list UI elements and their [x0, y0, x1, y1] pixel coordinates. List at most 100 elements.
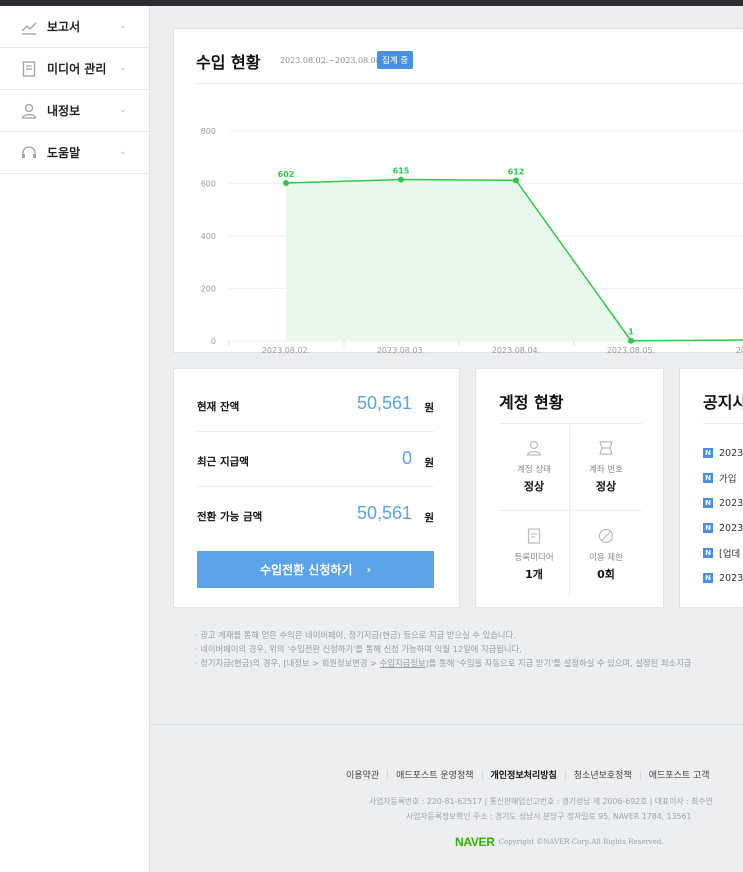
- notice-item[interactable]: N 2023: [703, 571, 743, 585]
- balance-label: 최근 지급액: [197, 456, 249, 468]
- income-notes: · 광고 게재를 통해 얻은 수익은 네이버페이, 정기지급(현금) 등으로 지…: [195, 628, 743, 670]
- data-label: 612: [508, 167, 525, 176]
- notice-item[interactable]: N 2023: [703, 446, 743, 460]
- payment-info-link[interactable]: 수입지급정보: [380, 658, 426, 668]
- notice-item[interactable]: N 2023: [703, 521, 743, 535]
- account-cell-label: 등록미디어: [514, 553, 554, 563]
- y-tick-label: 0: [211, 337, 216, 346]
- operation-policy-link[interactable]: 애드포스트 운영정책: [396, 768, 473, 781]
- balance-label: 현재 잔액: [197, 401, 240, 413]
- trend-line-icon: [20, 18, 38, 36]
- notice-item[interactable]: N 2023: [703, 496, 743, 510]
- account-cell-value: 0회: [597, 568, 615, 581]
- divider: [703, 423, 743, 424]
- account-cell-label: 계정 상태: [517, 465, 551, 475]
- new-badge: N: [703, 498, 713, 508]
- income-title: 수입 현황: [196, 53, 261, 72]
- document-icon: [20, 60, 38, 78]
- business-info: 사업자등록번호 : 220-81-62517 | 통신판매업신고번호 : 경기성…: [369, 797, 713, 806]
- button-label: 수입전환 신청하기: [259, 563, 353, 577]
- headset-icon: [20, 144, 38, 162]
- privacy-policy-link[interactable]: 개인정보처리방침: [491, 768, 557, 781]
- status-badge: 집계 중: [377, 51, 414, 69]
- account-cell-restriction: 이용 제한 0회: [570, 513, 642, 597]
- separator: [387, 770, 389, 779]
- new-badge: N: [703, 548, 713, 558]
- footer-divider: [150, 724, 743, 725]
- sidebar-item-label: 내정보: [47, 104, 81, 118]
- convert-income-button[interactable]: 수입전환 신청하기 ›: [197, 551, 434, 588]
- data-label: 602: [278, 170, 295, 179]
- new-badge: N: [703, 448, 713, 458]
- chevron-down-icon[interactable]: ⌄: [119, 21, 127, 31]
- series-area: [286, 179, 743, 341]
- note-text: ]를 통해 '수입을 자동으로 지급 받기'를 설정하실 수 있으며, 설정된 …: [425, 658, 692, 668]
- divider: [499, 510, 642, 511]
- sidebar-item-label: 보고서: [47, 20, 81, 34]
- notice-text: 가입: [719, 474, 737, 485]
- data-point: [513, 177, 519, 184]
- naver-logo[interactable]: NAVER: [455, 835, 495, 849]
- account-cell-bank: 계좌 번호 정상: [570, 425, 642, 509]
- income-status-card: 수입 현황 2023.08.02.~2023.08.08. 집계 중 0 200 4…: [173, 28, 743, 355]
- notice-item[interactable]: N [업데: [703, 546, 740, 560]
- account-cell-label: 계좌 번호: [589, 465, 623, 475]
- balance-value: 50,561: [356, 503, 412, 523]
- balance-card: 현재 잔액 50,561 원 최근 지급액 0 원 전환 가능 금액 50,56…: [173, 368, 460, 608]
- chevron-down-icon[interactable]: ⌄: [119, 147, 127, 157]
- new-badge: N: [703, 523, 713, 533]
- balance-row-current: 현재 잔액 50,561 원: [197, 377, 434, 432]
- balance-label: 전환 가능 금액: [197, 511, 263, 523]
- account-cell-value: 정상: [523, 480, 545, 493]
- separator: [639, 770, 641, 779]
- balance-row-recent: 최근 지급액 0 원: [197, 432, 434, 487]
- ban-icon: [597, 527, 615, 545]
- balance-value: 0: [401, 448, 412, 468]
- notice-text: [업데: [719, 549, 741, 560]
- notice-text: 2023: [719, 522, 743, 534]
- sidebar-item-media[interactable]: 미디어 관리 ⌄: [0, 48, 149, 90]
- sidebar-item-report[interactable]: 보고서 ⌄: [0, 6, 149, 48]
- y-tick-label: 800: [201, 127, 216, 136]
- data-point: [283, 179, 289, 186]
- notice-text: 2023: [719, 447, 743, 459]
- chevron-right-icon: ›: [366, 563, 372, 576]
- note-line: · 광고 게재를 통해 얻은 수익은 네이버페이, 정기지급(현금) 등으로 지…: [195, 630, 516, 640]
- data-point: [398, 176, 404, 183]
- balance-unit: 원: [424, 402, 434, 414]
- notice-item[interactable]: N 가입: [703, 471, 736, 485]
- chevron-down-icon[interactable]: ⌄: [119, 63, 127, 73]
- income-chart: 0200400600800 60261561214 2023.08.02.202…: [201, 127, 743, 355]
- y-tick-label: 200: [201, 285, 216, 294]
- user-icon: [20, 102, 38, 120]
- sidebar-item-label: 도움말: [47, 146, 81, 160]
- copyright-text: Copyright ©NAVER Corp.All Rights Reserve…: [498, 838, 664, 846]
- footer-links: 이용약관 애드포스트 운영정책 개인정보처리방침 청소년보호정책 애드포스트 고…: [346, 768, 710, 781]
- business-address: 사업자등록정보확인 주소 : 경기도 성남시 분당구 정자일로 95, NAVE…: [406, 812, 692, 821]
- sidebar-item-label: 미디어 관리: [47, 62, 107, 76]
- data-label: 615: [393, 167, 410, 176]
- separator: [481, 770, 483, 779]
- account-status-card: 계정 현황 계정 상태 정상 계좌 번호 정상 등록미디어 1개 이용 제한 0…: [475, 368, 664, 608]
- customer-center-link[interactable]: 애드포스트 고객: [649, 768, 710, 781]
- account-cell-label: 이용 제한: [589, 553, 623, 563]
- document-outline-icon: [525, 527, 543, 545]
- y-tick-label: 400: [201, 232, 216, 241]
- youth-policy-link[interactable]: 청소년보호정책: [574, 768, 632, 781]
- copyright: NAVER Copyright ©NAVER Corp.All Rights R…: [455, 835, 664, 849]
- sidebar-item-help[interactable]: 도움말 ⌄: [0, 132, 149, 174]
- account-cell-value: 1개: [525, 568, 543, 581]
- notice-text: 2023: [719, 497, 743, 509]
- new-badge: N: [703, 473, 713, 483]
- data-label: 1: [628, 328, 634, 337]
- terms-link[interactable]: 이용약관: [346, 768, 379, 781]
- x-tick-label: 2023.08.02.: [262, 346, 310, 355]
- note-line: · 정기지급(현금)의 경우, [내정보 > 회원정보변경 > 수입지급정보]를…: [195, 656, 743, 670]
- x-tick-label: 2023.08.05.: [607, 346, 655, 355]
- notice-text: 2023: [719, 572, 743, 584]
- sidebar-item-myinfo[interactable]: 내정보 ⌄: [0, 90, 149, 132]
- notice-title: 공지사항: [703, 393, 743, 412]
- balance-unit: 원: [424, 512, 434, 524]
- chevron-down-icon[interactable]: ⌄: [119, 105, 127, 115]
- y-tick-label: 600: [201, 180, 216, 189]
